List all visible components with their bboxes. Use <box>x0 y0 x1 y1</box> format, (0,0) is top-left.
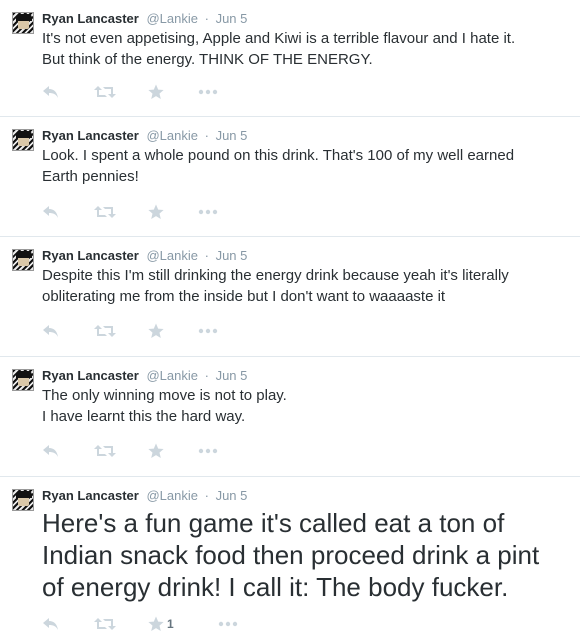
author-handle[interactable]: @Lankie <box>146 248 198 263</box>
tweet[interactable]: Ryan Lancaster @Lankie · Jun 5 The only … <box>0 357 580 477</box>
tweet-header: Ryan Lancaster @Lankie · Jun 5 <box>42 367 247 384</box>
tweet-text-line: It's not even appetising, Apple and Kiwi… <box>42 30 516 47</box>
reply-icon <box>43 618 58 630</box>
tweet-text-line: The only winning move is not to play. <box>42 387 287 404</box>
retweet-icon <box>94 86 116 98</box>
author-handle[interactable]: @Lankie <box>146 128 198 143</box>
star-icon <box>148 84 164 99</box>
retweet-icon <box>94 325 116 337</box>
tweet-text-line: Despite this I'm still drinking the ener… <box>42 267 509 284</box>
tweet-text-line: Here's a fun game it's called eat a ton … <box>42 508 505 538</box>
author-name[interactable]: Ryan Lancaster <box>42 368 139 383</box>
more-button[interactable] <box>198 202 218 222</box>
timestamp[interactable]: Jun 5 <box>216 488 248 503</box>
star-icon <box>148 323 164 338</box>
more-button[interactable] <box>198 441 218 461</box>
favorite-button[interactable] <box>148 202 167 222</box>
tweet[interactable]: Ryan Lancaster @Lankie · Jun 5 Here's a … <box>0 477 580 640</box>
tweet-header: Ryan Lancaster @Lankie · Jun 5 <box>42 127 247 144</box>
timestamp[interactable]: Jun 5 <box>216 11 248 26</box>
separator: · <box>204 368 209 383</box>
separator: · <box>204 248 209 263</box>
reply-icon <box>43 86 58 98</box>
retweet-icon <box>94 445 116 457</box>
retweet-button[interactable] <box>94 321 116 341</box>
favorite-button[interactable] <box>148 441 167 461</box>
retweet-icon <box>94 206 116 218</box>
tweet[interactable]: Ryan Lancaster @Lankie · Jun 5 Despite t… <box>0 237 580 357</box>
retweet-button[interactable] <box>94 202 116 222</box>
star-icon <box>148 204 164 219</box>
more-button[interactable] <box>198 321 218 341</box>
tweet-text-line: of energy drink! I call it: The body fuc… <box>42 572 509 602</box>
favorite-button[interactable] <box>148 82 167 102</box>
reply-button[interactable] <box>42 321 60 341</box>
timestamp[interactable]: Jun 5 <box>216 248 248 263</box>
timestamp[interactable]: Jun 5 <box>216 368 248 383</box>
avatar[interactable] <box>12 129 34 151</box>
tweet-text-line: obliterating me from the inside but I do… <box>42 288 446 305</box>
author-name[interactable]: Ryan Lancaster <box>42 128 139 143</box>
tweet[interactable]: Ryan Lancaster @Lankie · Jun 5 It's not … <box>0 0 580 117</box>
tweet-text-line: But think of the energy. THINK OF THE EN… <box>42 51 373 68</box>
tweet-text-line: Earth pennies! <box>42 168 139 185</box>
tweet-text: The only winning move is not to play. I … <box>42 385 562 427</box>
author-handle[interactable]: @Lankie <box>146 368 198 383</box>
retweet-button[interactable] <box>94 441 116 461</box>
retweet-icon <box>94 618 116 630</box>
tweet-text-line: I have learnt this the hard way. <box>42 408 246 425</box>
author-name[interactable]: Ryan Lancaster <box>42 488 139 503</box>
more-button[interactable] <box>198 82 218 102</box>
reply-button[interactable] <box>42 441 60 461</box>
reply-button[interactable] <box>42 82 60 102</box>
star-icon <box>148 616 164 631</box>
separator: · <box>204 128 209 143</box>
author-name[interactable]: Ryan Lancaster <box>42 11 139 26</box>
avatar[interactable] <box>12 12 34 34</box>
tweet-header: Ryan Lancaster @Lankie · Jun 5 <box>42 487 247 504</box>
more-button[interactable] <box>218 614 238 634</box>
reply-button[interactable] <box>42 614 60 634</box>
tweet-text-line: Indian snack food then proceed drink a p… <box>42 540 540 570</box>
retweet-button[interactable] <box>94 614 116 634</box>
tweet[interactable]: Ryan Lancaster @Lankie · Jun 5 Look. I s… <box>0 117 580 237</box>
separator: · <box>204 11 209 26</box>
more-icon <box>198 89 218 95</box>
more-icon <box>198 209 218 215</box>
tweet-text: Despite this I'm still drinking the ener… <box>42 265 562 307</box>
author-handle[interactable]: @Lankie <box>146 488 198 503</box>
star-icon <box>148 443 164 458</box>
reply-icon <box>43 206 58 218</box>
reply-button[interactable] <box>42 202 60 222</box>
author-name[interactable]: Ryan Lancaster <box>42 248 139 263</box>
timestamp[interactable]: Jun 5 <box>216 128 248 143</box>
favorite-button[interactable]: 1 <box>148 614 174 634</box>
tweet-header: Ryan Lancaster @Lankie · Jun 5 <box>42 10 247 27</box>
avatar[interactable] <box>12 249 34 271</box>
reply-icon <box>43 445 58 457</box>
tweet-text-line: Look. I spent a whole pound on this drin… <box>42 147 515 164</box>
tweet-text: Look. I spent a whole pound on this drin… <box>42 145 562 187</box>
tweet-text: It's not even appetising, Apple and Kiwi… <box>42 28 562 70</box>
more-icon <box>198 448 218 454</box>
avatar[interactable] <box>12 369 34 391</box>
more-icon <box>198 328 218 334</box>
tweet-text: Here's a fun game it's called eat a ton … <box>42 507 572 603</box>
favorite-count: 1 <box>167 617 174 631</box>
favorite-button[interactable] <box>148 321 167 341</box>
separator: · <box>204 488 209 503</box>
more-icon <box>218 621 238 627</box>
author-handle[interactable]: @Lankie <box>146 11 198 26</box>
reply-icon <box>43 325 58 337</box>
retweet-button[interactable] <box>94 82 116 102</box>
tweet-header: Ryan Lancaster @Lankie · Jun 5 <box>42 247 247 264</box>
avatar[interactable] <box>12 489 34 511</box>
